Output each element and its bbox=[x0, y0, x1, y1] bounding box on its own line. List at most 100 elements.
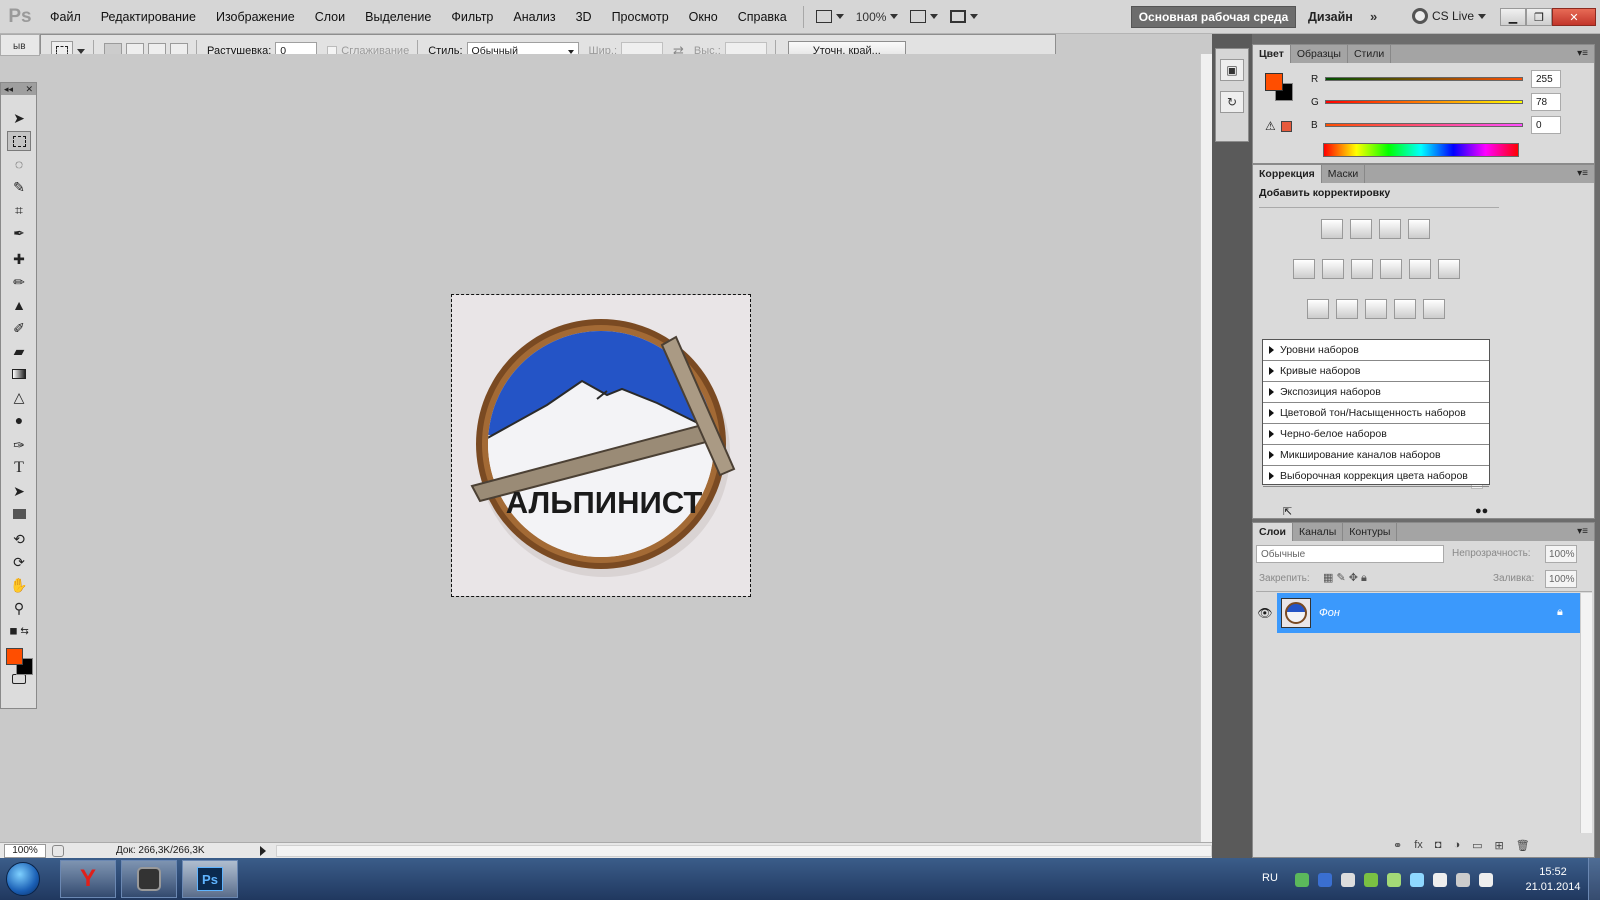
language-indicator[interactable]: RU bbox=[1262, 872, 1278, 884]
zoom-level-dropdown[interactable]: 100% bbox=[850, 10, 905, 24]
zoom-tool[interactable]: ⚲ bbox=[7, 598, 31, 618]
design-workspace-button[interactable]: Дизайн bbox=[1308, 0, 1353, 34]
link-layers-icon[interactable]: ⚭ bbox=[1393, 839, 1402, 852]
photo-filter-icon[interactable] bbox=[1409, 259, 1431, 279]
tab-styles[interactable]: Стили bbox=[1348, 45, 1392, 63]
vibrance-icon[interactable] bbox=[1293, 259, 1315, 279]
tab-masks[interactable]: Маски bbox=[1322, 165, 1366, 183]
menu-item[interactable]: Фильтр bbox=[441, 0, 503, 34]
3d-orbit-tool[interactable]: ⟳ bbox=[7, 552, 31, 572]
blend-mode-select[interactable]: Обычные bbox=[1256, 545, 1444, 563]
launch-bridge-button[interactable] bbox=[810, 10, 850, 23]
expand-triangle-icon[interactable] bbox=[1269, 388, 1274, 396]
green-slider[interactable]: G 78 bbox=[1311, 93, 1591, 111]
layers-scrollbar[interactable] bbox=[1580, 593, 1592, 833]
yandex-browser-button[interactable]: Y bbox=[60, 860, 116, 898]
tray-battery-icon[interactable] bbox=[1387, 873, 1401, 887]
more-workspaces-button[interactable]: » bbox=[1370, 0, 1377, 34]
fx-icon[interactable]: fx bbox=[1414, 839, 1423, 852]
clone-stamp-tool[interactable]: ▲ bbox=[7, 295, 31, 315]
threshold-icon[interactable] bbox=[1365, 299, 1387, 319]
gamut-swatch[interactable] bbox=[1281, 121, 1292, 132]
clock[interactable]: 15:52 21.01.2014 bbox=[1520, 865, 1586, 895]
menu-item[interactable]: Окно bbox=[679, 0, 728, 34]
menu-item[interactable]: Анализ bbox=[503, 0, 565, 34]
menu-item[interactable]: Просмотр bbox=[602, 0, 679, 34]
channel-mixer-icon[interactable] bbox=[1438, 259, 1460, 279]
green-value[interactable]: 78 bbox=[1531, 93, 1561, 111]
tab-adjustments[interactable]: Коррекция bbox=[1253, 165, 1322, 183]
cs-live-button[interactable]: CS Live bbox=[1412, 8, 1487, 24]
show-desktop-button[interactable] bbox=[1588, 858, 1600, 900]
red-bar[interactable] bbox=[1325, 77, 1523, 81]
tray-gear-icon[interactable] bbox=[1341, 873, 1355, 887]
menu-item[interactable]: Файл bbox=[40, 0, 91, 34]
tray-info-icon[interactable] bbox=[1364, 873, 1378, 887]
minimize-button[interactable]: ▁ bbox=[1500, 8, 1526, 26]
panel-menu-icon[interactable]: ▾≡ bbox=[1577, 48, 1588, 59]
color-ramp[interactable] bbox=[1323, 143, 1519, 157]
tray-device-icon[interactable] bbox=[1456, 873, 1470, 887]
tab-swatches[interactable]: Образцы bbox=[1291, 45, 1348, 63]
document-tab[interactable]: ыв bbox=[0, 34, 40, 56]
blue-value[interactable]: 0 bbox=[1531, 116, 1561, 134]
color-balance-icon[interactable] bbox=[1351, 259, 1373, 279]
expand-triangle-icon[interactable] bbox=[1269, 451, 1274, 459]
zoom-field[interactable]: 100% bbox=[4, 843, 46, 858]
workspace-switcher-button[interactable]: Основная рабочая среда bbox=[1131, 6, 1296, 28]
posterize-icon[interactable] bbox=[1336, 299, 1358, 319]
tab-paths[interactable]: Контуры bbox=[1343, 523, 1398, 541]
collapse-icon[interactable]: ◂◂ bbox=[4, 83, 13, 95]
gradient-map-icon[interactable] bbox=[1394, 299, 1416, 319]
tray-flag-icon[interactable] bbox=[1433, 873, 1447, 887]
levels-icon[interactable] bbox=[1350, 219, 1372, 239]
tab-color[interactable]: Цвет bbox=[1253, 45, 1291, 63]
selective-color-icon[interactable] bbox=[1423, 299, 1445, 319]
preset-item[interactable]: Уровни наборов bbox=[1263, 340, 1489, 361]
color-fg-swatch[interactable] bbox=[1265, 73, 1283, 91]
red-slider[interactable]: R 255 bbox=[1311, 70, 1591, 88]
photoshop-taskbar-button[interactable]: Ps bbox=[182, 860, 238, 898]
history-icon[interactable]: ↻ bbox=[1220, 91, 1244, 113]
vertical-scrollbar[interactable] bbox=[1200, 54, 1212, 842]
close-button[interactable]: ✕ bbox=[1552, 8, 1596, 26]
add-mask-icon[interactable]: ◘ bbox=[1435, 839, 1442, 852]
hue-saturation-icon[interactable] bbox=[1322, 259, 1344, 279]
gamut-warning-icon[interactable]: ⚠ bbox=[1265, 119, 1276, 133]
tray-b-icon[interactable] bbox=[1318, 873, 1332, 887]
tab-channels[interactable]: Каналы bbox=[1293, 523, 1344, 541]
menu-item[interactable]: Справка bbox=[728, 0, 797, 34]
expand-triangle-icon[interactable] bbox=[1269, 472, 1274, 480]
screen-mode-button[interactable] bbox=[944, 10, 984, 23]
new-layer-icon[interactable]: ⊞ bbox=[1495, 839, 1504, 852]
quick-selection-tool[interactable]: ✎ bbox=[7, 177, 31, 197]
tab-layers[interactable]: Слои bbox=[1253, 523, 1293, 541]
expand-triangle-icon[interactable] bbox=[1269, 367, 1274, 375]
preset-item[interactable]: Черно-белое наборов bbox=[1263, 424, 1489, 445]
clip-icon[interactable]: ●● bbox=[1475, 505, 1488, 517]
menu-item[interactable]: Выделение bbox=[355, 0, 441, 34]
layer-name[interactable]: Фон bbox=[1319, 607, 1340, 619]
3d-rotate-tool[interactable]: ⟲ bbox=[7, 529, 31, 549]
view-extras-button[interactable] bbox=[904, 10, 944, 23]
tools-panel-header[interactable]: ◂◂ ✕ bbox=[1, 83, 36, 95]
curves-icon[interactable] bbox=[1379, 219, 1401, 239]
brush-tool[interactable]: ✏ bbox=[7, 272, 31, 292]
status-menu-arrow[interactable] bbox=[260, 845, 266, 856]
tray-wifi-icon[interactable] bbox=[1410, 873, 1424, 887]
lasso-tool[interactable]: ◌ bbox=[7, 154, 31, 174]
default-colors-button[interactable]: ◼ ⇆ bbox=[7, 621, 31, 641]
tray-volume-icon[interactable] bbox=[1479, 873, 1493, 887]
black-white-icon[interactable] bbox=[1380, 259, 1402, 279]
menu-item[interactable]: 3D bbox=[566, 0, 602, 34]
red-value[interactable]: 255 bbox=[1531, 70, 1561, 88]
fill-input[interactable]: 100% bbox=[1545, 570, 1577, 588]
eyedropper-tool[interactable]: ✒ bbox=[7, 223, 31, 243]
invert-icon[interactable] bbox=[1307, 299, 1329, 319]
trash-icon[interactable]: 🗑︎ bbox=[1516, 839, 1530, 852]
world-of-tanks-button[interactable] bbox=[121, 860, 177, 898]
return-icon[interactable]: ⇱ bbox=[1283, 505, 1292, 518]
opacity-input[interactable]: 100% bbox=[1545, 545, 1577, 563]
panel-menu-icon[interactable]: ▾≡ bbox=[1577, 526, 1588, 537]
menu-item[interactable]: Слои bbox=[305, 0, 355, 34]
